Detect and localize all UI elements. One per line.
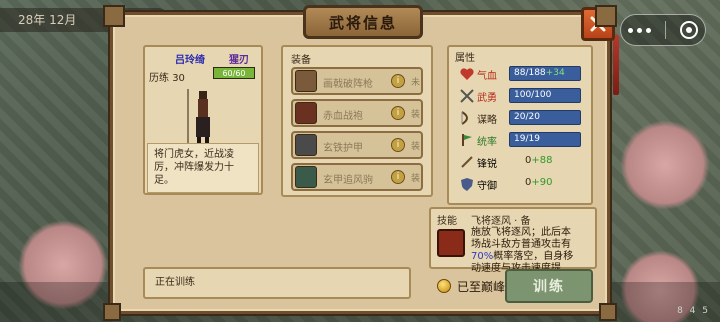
hero-train-level: 历练 30 — [149, 73, 185, 84]
horse-icon — [295, 166, 317, 188]
equipment-name: 赤血战袍 — [323, 111, 363, 122]
capsule-divider — [665, 21, 666, 39]
info-icon[interactable]: i — [391, 138, 405, 152]
dialog-title-plate: 武将信息 — [303, 5, 423, 39]
equipment-panel: 装备 画戟破阵枪 i 未 赤血战袍 i 装 玄铁护甲 i 装 玄甲追风驹 i 装 — [281, 45, 433, 197]
attr-row-valor: 武勇 100/100 — [453, 87, 589, 105]
date-text: 28年 12月 — [18, 13, 77, 27]
frame-corner — [599, 303, 617, 321]
attr-label: 守御 — [477, 181, 497, 192]
equipment-slot-weapon[interactable]: 画戟破阵枪 i 未 — [291, 67, 423, 95]
max-level-label: 已至巅峰 — [457, 279, 506, 294]
miniapp-capsule[interactable] — [620, 14, 706, 46]
shield-icon — [461, 178, 473, 191]
attributes-title: 属性 — [455, 53, 475, 64]
swords-icon — [460, 89, 474, 103]
max-level-indicator: 已至巅峰 — [437, 277, 505, 295]
attr-label: 锋锐 — [477, 159, 497, 170]
equipment-slot-helm[interactable]: 玄铁护甲 i 装 — [291, 131, 423, 159]
hero-name: 吕玲绮 — [175, 55, 205, 66]
attr-row-sharpness: 锋锐 0+88 — [453, 153, 589, 171]
attr-row-strategy: 谋略 20/20 — [453, 109, 589, 127]
skill-description: 施放飞将逐风；此后本 场战斗敌方普通攻击有 70%概率落空，自身移 动速度与攻击… — [471, 227, 574, 274]
hero-exp-bar: 60/60 — [213, 67, 255, 79]
close-button[interactable] — [581, 7, 615, 41]
helmet-icon — [295, 102, 317, 124]
hero-card: 吕玲绮 猩刃 历练 30 60/60 将门虎女，近战凌厉，冲阵爆发力十足。 — [143, 45, 263, 195]
bow-icon — [461, 111, 468, 125]
train-button[interactable]: 训练 — [505, 269, 593, 303]
frame-corner — [103, 303, 121, 321]
skill-spear-icon[interactable] — [437, 229, 465, 257]
equipment-tag: 未 — [411, 78, 421, 88]
equipment-tag: 装 — [411, 174, 421, 184]
attr-row-hp: 气血 88/188+34 — [453, 65, 589, 83]
attr-label: 武勇 — [477, 93, 497, 104]
attributes-panel: 属性 气血 88/188+34 武勇 100/100 谋略 20/20 统率 1… — [447, 45, 593, 205]
equipment-name: 玄铁护甲 — [323, 143, 363, 154]
fps-readout: 8 4 5 — [677, 306, 710, 316]
equipment-tag: 装 — [411, 142, 421, 152]
equipment-slot-mount[interactable]: 玄甲追风驹 i 装 — [291, 163, 423, 191]
attr-bar: 19/19 — [509, 132, 581, 147]
attr-bar: 88/188+34 — [509, 66, 581, 81]
attr-label: 统率 — [477, 137, 497, 148]
hero-description: 将门虎女，近战凌厉，冲阵爆发力十足。 — [147, 143, 259, 193]
equipment-name: 玄甲追风驹 — [323, 175, 373, 186]
training-status: 正在训练 — [143, 267, 411, 299]
close-icon — [590, 16, 606, 32]
more-icon[interactable] — [628, 27, 651, 33]
blade-icon — [461, 156, 473, 168]
tassel-ornament — [613, 35, 619, 95]
hero-title-badge: 猩刃 — [229, 55, 249, 66]
equipment-title: 装备 — [291, 55, 311, 66]
general-info-dialog: 武将信息 吕玲绮 猩刃 历练 30 60/60 将门虎女，近战凌厉，冲阵爆发力十… — [103, 5, 619, 321]
skill-label: 技能 — [437, 216, 457, 227]
armor-icon — [295, 134, 317, 156]
attr-bar: 100/100 — [509, 88, 581, 103]
attr-label: 谋略 — [477, 115, 497, 126]
attr-value: 0+90 — [525, 177, 553, 188]
equipment-name: 画戟破阵枪 — [323, 79, 373, 90]
blossom-tree — [620, 120, 710, 210]
dialog-title: 武将信息 — [328, 13, 397, 32]
banner-icon — [462, 134, 472, 146]
exit-icon[interactable] — [680, 21, 698, 39]
attr-row-defense: 守御 0+90 — [453, 175, 589, 193]
spear-icon — [295, 70, 317, 92]
attr-row-command: 统率 19/19 — [453, 131, 589, 149]
equipment-tag: 装 — [411, 110, 421, 120]
attr-bar: 20/20 — [509, 110, 581, 125]
status-text: 正在训练 — [155, 277, 195, 288]
exp-text: 60/60 — [222, 69, 246, 78]
info-icon[interactable]: i — [391, 74, 405, 88]
heart-icon — [460, 68, 474, 80]
info-icon[interactable]: i — [391, 106, 405, 120]
gold-coin-icon — [437, 279, 451, 293]
skill-panel: 技能 飞将逐风 · 备 施放飞将逐风；此后本 场战斗敌方普通攻击有 70%概率落… — [429, 207, 597, 274]
attr-label: 气血 — [477, 71, 497, 82]
attr-value: 0+88 — [525, 155, 553, 166]
info-icon[interactable]: i — [391, 170, 405, 184]
equipment-slot-armor[interactable]: 赤血战袍 i 装 — [291, 99, 423, 127]
skill-name: 飞将逐风 · 备 — [471, 216, 531, 227]
